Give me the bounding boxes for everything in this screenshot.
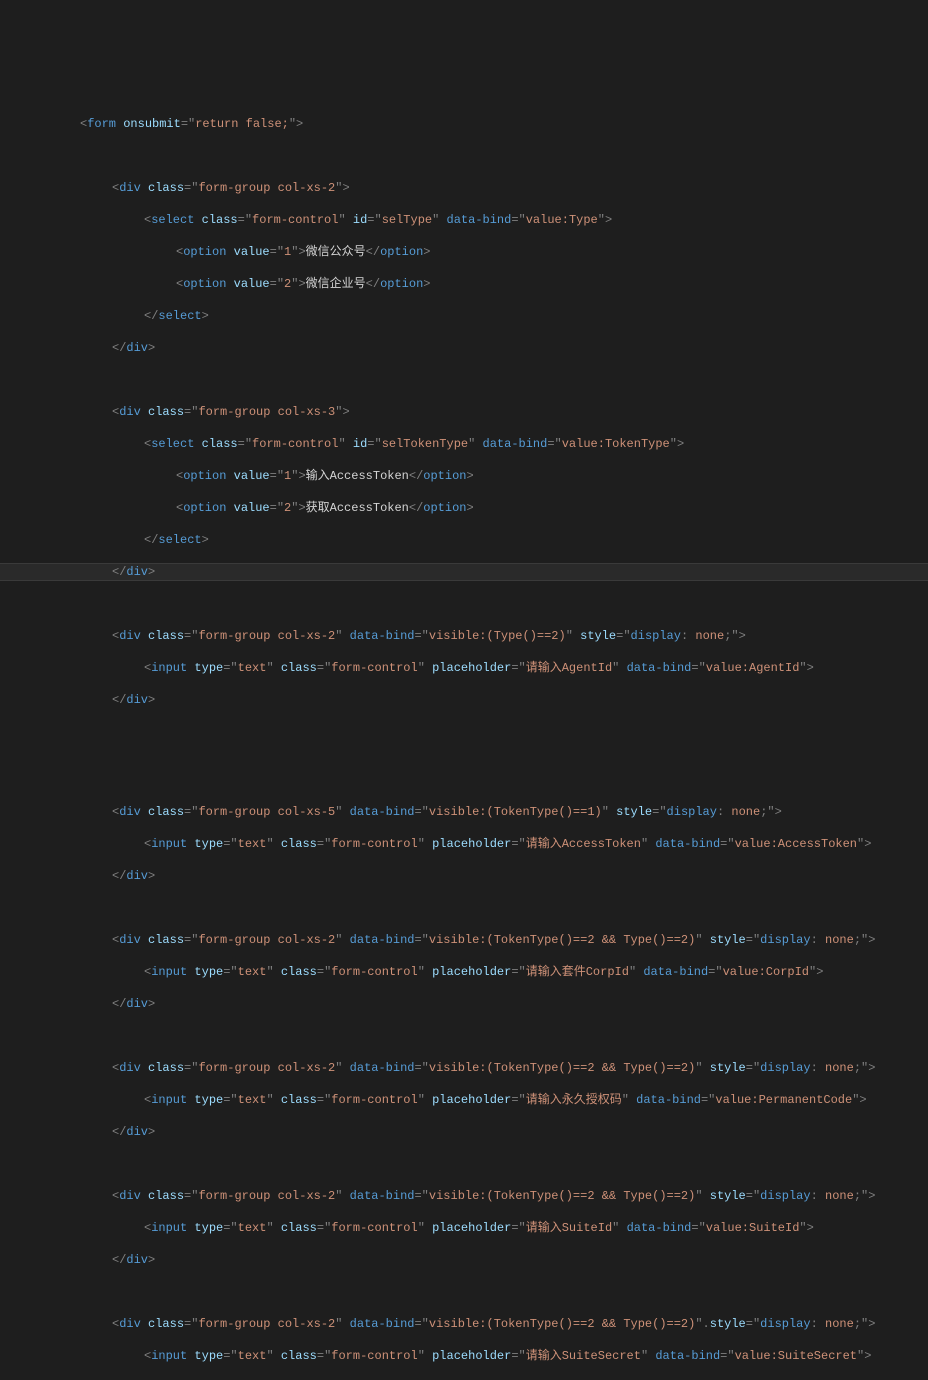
- code-line: </div>: [0, 692, 928, 708]
- code-line: <input type="text" class="form-control" …: [0, 836, 928, 852]
- code-line: <option value="2">微信企业号</option>: [0, 276, 928, 292]
- code-line: </div>: [0, 868, 928, 884]
- code-line: <div class="form-group col-xs-2" data-bi…: [0, 1060, 928, 1076]
- code-line: <input type="text" class="form-control" …: [0, 964, 928, 980]
- code-line: <select class="form-control" id="selToke…: [0, 436, 928, 452]
- code-line: <div class="form-group col-xs-3">: [0, 404, 928, 420]
- code-line: </select>: [0, 532, 928, 548]
- code-line: <input type="text" class="form-control" …: [0, 1220, 928, 1236]
- code-line: <input type="text" class="form-control" …: [0, 1092, 928, 1108]
- code-line: <input type="text" class="form-control" …: [0, 660, 928, 676]
- empty-line: [0, 740, 928, 756]
- code-line: </select>: [0, 308, 928, 324]
- code-line: <div class="form-group col-xs-5" data-bi…: [0, 804, 928, 820]
- code-line: <div class="form-group col-xs-2" data-bi…: [0, 628, 928, 644]
- code-line: <div class="form-group col-xs-2" data-bi…: [0, 932, 928, 948]
- code-line: <select class="form-control" id="selType…: [0, 212, 928, 228]
- code-line-highlighted: </div>: [0, 563, 928, 581]
- code-line: </div>: [0, 1124, 928, 1140]
- code-line: <option value="1">微信公众号</option>: [0, 244, 928, 260]
- code-line: <input type="text" class="form-control" …: [0, 1348, 928, 1364]
- code-line: </div>: [0, 996, 928, 1012]
- code-line: <option value="2">获取AccessToken</option>: [0, 500, 928, 516]
- code-line: <form onsubmit="return false;">: [0, 116, 928, 132]
- code-line: </div>: [0, 340, 928, 356]
- code-editor[interactable]: <form onsubmit="return false;"> <div cla…: [0, 64, 928, 1380]
- code-line: <div class="form-group col-xs-2">: [0, 180, 928, 196]
- code-line: <div class="form-group col-xs-2" data-bi…: [0, 1316, 928, 1332]
- code-line: <option value="1">输入AccessToken</option>: [0, 468, 928, 484]
- code-line: <div class="form-group col-xs-2" data-bi…: [0, 1188, 928, 1204]
- code-line: </div>: [0, 1252, 928, 1268]
